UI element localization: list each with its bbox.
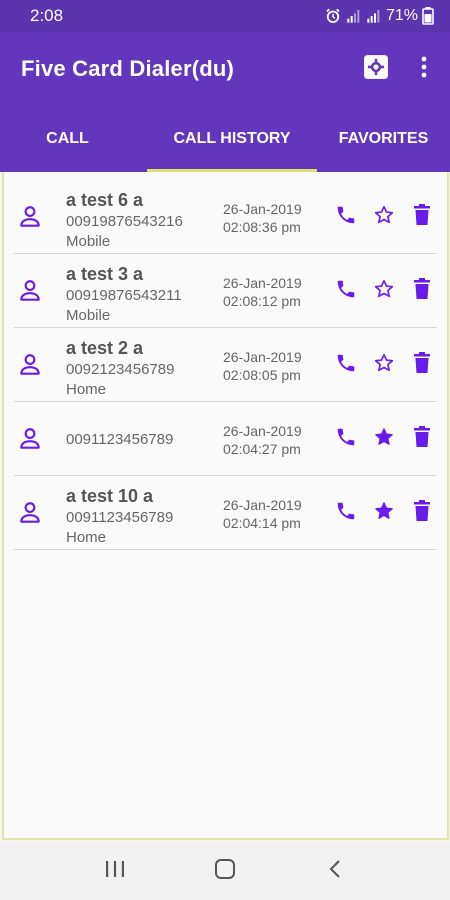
star-outline-icon [373, 352, 395, 379]
tab-label: CALL HISTORY [173, 130, 291, 147]
delete-button[interactable] [406, 275, 438, 307]
recents-icon [104, 859, 126, 884]
phone-icon [335, 278, 357, 305]
call-time: 02:08:12 pm [223, 293, 301, 309]
call-date: 26-Jan-2019 [223, 349, 302, 365]
phone-number: 0091123456789 [66, 431, 174, 448]
delete-button[interactable] [406, 201, 438, 233]
star-filled-icon [373, 426, 395, 453]
more-vert-icon [421, 56, 427, 83]
trash-icon [412, 425, 432, 453]
call-time: 02:04:27 pm [223, 441, 301, 457]
phone-icon [335, 500, 357, 527]
person-icon [17, 426, 43, 452]
call-history-list: a test 6 a 00919876543216 Mobile 26-Jan-… [4, 172, 447, 550]
app-title: Five Card Dialer(du) [21, 56, 235, 81]
trash-icon [412, 499, 432, 527]
back-icon [328, 858, 342, 885]
person-icon [17, 278, 43, 304]
star-outline-icon [373, 204, 395, 231]
app-actions [352, 45, 450, 93]
call-time: 02:08:05 pm [223, 367, 301, 383]
person-icon [17, 352, 43, 378]
status-bar: 2:08 71% [0, 0, 450, 32]
favorite-button[interactable] [368, 497, 400, 529]
contact-name: a test 3 a [66, 264, 144, 284]
app-bar: Five Card Dialer(du) [0, 32, 450, 106]
phone-number: 00919876543211 [66, 287, 182, 304]
delete-button[interactable] [406, 423, 438, 455]
trash-icon [412, 351, 432, 379]
phone-icon [335, 352, 357, 379]
tab-call[interactable]: CALL [0, 106, 135, 172]
phone-number: 0092123456789 [66, 361, 175, 378]
person-icon [17, 500, 43, 526]
trash-icon [412, 203, 432, 231]
number-type: Mobile [66, 307, 111, 324]
settings-icon [363, 54, 389, 85]
tab-label: CALL [46, 130, 89, 147]
phone-number: 00919876543216 [66, 213, 183, 230]
home-button[interactable] [195, 847, 255, 897]
contact-name: a test 2 a [66, 338, 144, 358]
star-outline-icon [373, 278, 395, 305]
favorite-button[interactable] [368, 201, 400, 233]
call-time: 02:04:14 pm [223, 515, 301, 531]
status-icons: 71% [324, 7, 434, 25]
signal-icon [366, 8, 382, 24]
battery-percent: 71% [385, 7, 418, 24]
call-button[interactable] [330, 497, 362, 529]
call-button[interactable] [330, 349, 362, 381]
settings-button[interactable] [352, 45, 400, 93]
call-history-row[interactable]: a test 2 a 0092123456789 Home 26-Jan-201… [14, 328, 437, 402]
call-history-row[interactable]: 0091123456789 26-Jan-2019 02:04:27 pm [14, 402, 437, 476]
favorite-button[interactable] [368, 423, 400, 455]
call-history-row[interactable]: a test 10 a 0091123456789 Home 26-Jan-20… [14, 476, 437, 550]
recents-button[interactable] [85, 847, 145, 897]
contact-name: a test 10 a [66, 486, 154, 506]
person-icon [17, 204, 43, 230]
call-button[interactable] [330, 201, 362, 233]
number-type: Mobile [66, 233, 111, 250]
call-history-row[interactable]: a test 6 a 00919876543216 Mobile 26-Jan-… [14, 180, 437, 254]
star-filled-icon [373, 500, 395, 527]
more-options-button[interactable] [404, 45, 444, 93]
favorite-button[interactable] [368, 349, 400, 381]
system-nav-bar [0, 843, 450, 900]
call-history-panel: a test 6 a 00919876543216 Mobile 26-Jan-… [2, 172, 449, 840]
signal-icon [346, 8, 362, 24]
phone-icon [335, 204, 357, 231]
back-button[interactable] [305, 847, 365, 897]
call-button[interactable] [330, 423, 362, 455]
call-button[interactable] [330, 275, 362, 307]
tab-label: FAVORITES [338, 130, 429, 147]
call-date: 26-Jan-2019 [223, 275, 302, 291]
contact-name: a test 6 a [66, 190, 144, 210]
battery-icon [422, 7, 434, 25]
number-type: Home [66, 381, 107, 398]
home-icon [214, 858, 236, 885]
alarm-icon [324, 7, 342, 25]
call-time: 02:08:36 pm [223, 219, 301, 235]
delete-button[interactable] [406, 497, 438, 529]
call-history-row[interactable]: a test 3 a 00919876543211 Mobile 26-Jan-… [14, 254, 437, 328]
call-date: 26-Jan-2019 [223, 201, 302, 217]
favorite-button[interactable] [368, 275, 400, 307]
phone-number: 0091123456789 [66, 509, 174, 526]
call-date: 26-Jan-2019 [223, 497, 302, 513]
tab-favorites[interactable]: FAVORITES [317, 106, 450, 172]
phone-icon [335, 426, 357, 453]
call-date: 26-Jan-2019 [223, 423, 302, 439]
number-type: Home [66, 529, 107, 546]
tab-call-history[interactable]: CALL HISTORY [147, 106, 317, 172]
status-time: 2:08 [30, 6, 64, 25]
delete-button[interactable] [406, 349, 438, 381]
trash-icon [412, 277, 432, 305]
tab-bar: CALL CALL HISTORY FAVORITES [0, 106, 450, 172]
